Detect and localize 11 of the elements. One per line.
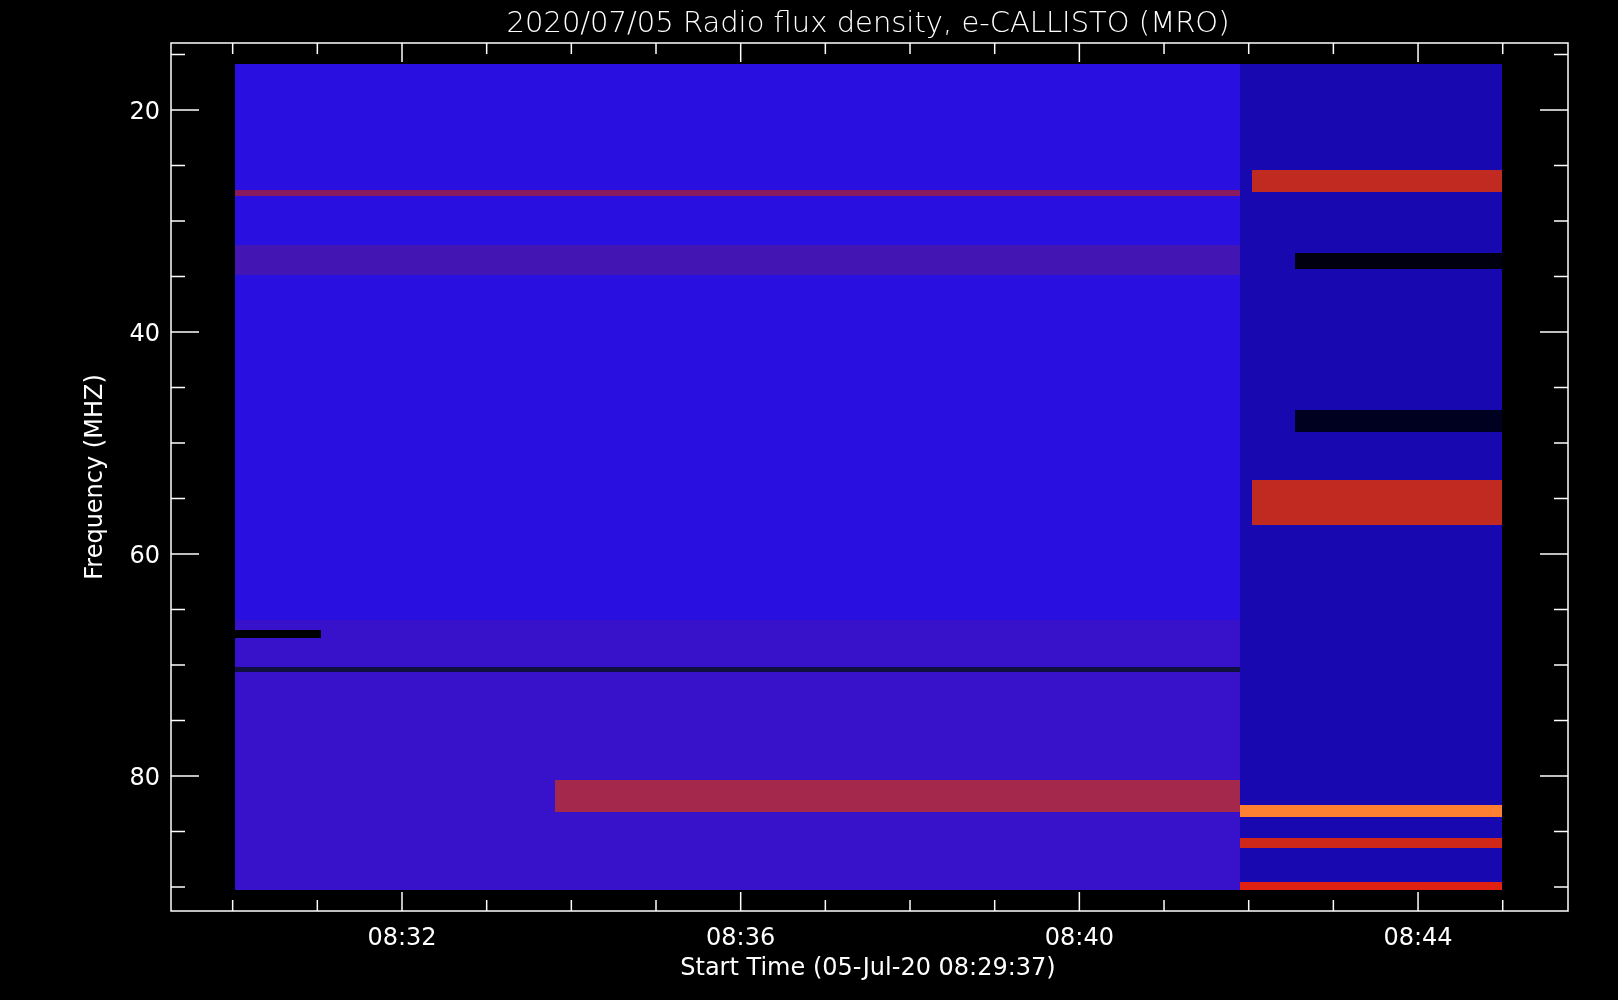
y-tick-label: 40 (129, 319, 160, 347)
y-tick-label: 80 (129, 763, 160, 791)
x-tick-label: 08:36 (706, 923, 776, 951)
x-tick-label: 08:44 (1383, 923, 1453, 951)
x-axis-label: Start Time (05-Jul-20 08:29:37) (680, 953, 1056, 981)
y-tick-label: 20 (129, 97, 160, 125)
y-tick-label: 60 (129, 541, 160, 569)
y-axis-label: Frequency (MHZ) (80, 374, 108, 580)
x-tick-label: 08:32 (367, 923, 437, 951)
x-tick-label: 08:40 (1044, 923, 1114, 951)
chart-title: 2020/07/05 Radio flux density, e-CALLISTO (MRO) (506, 5, 1230, 39)
